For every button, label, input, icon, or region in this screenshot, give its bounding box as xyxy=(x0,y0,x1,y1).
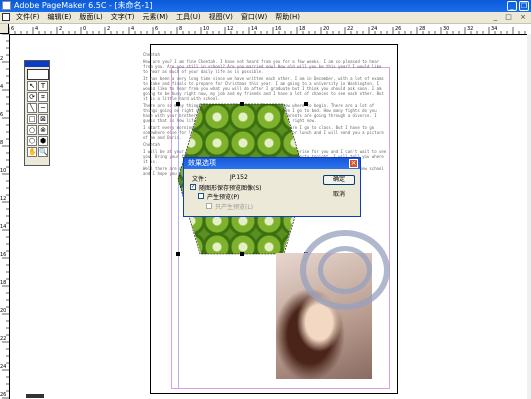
ruler-label: 14 xyxy=(251,26,257,32)
menu-item[interactable]: 帮助(H) xyxy=(275,12,300,23)
title-bar: Adobe PageMaker 6.5C - [未命名-1] _ ❐ xyxy=(0,0,531,12)
toolbox-title-bar[interactable] xyxy=(25,61,49,67)
ruler-label: 0 xyxy=(83,26,86,32)
menu-item[interactable]: 元素(M) xyxy=(143,12,169,23)
ruler-label: 20 xyxy=(323,26,329,32)
ruler-label: 24 xyxy=(371,26,377,32)
rectangle-frame-tool-icon[interactable]: ⊠ xyxy=(38,114,48,124)
menu-items: 文件(F) 编辑(E) 版面(L) 文字(T) 元素(M) 工具(U) 视图(V) 窗口(W)… xyxy=(16,12,300,23)
ruler-label: 10 xyxy=(203,26,209,32)
menu-item[interactable]: 文字(T) xyxy=(111,12,135,23)
polygon-tool-icon[interactable]: ⬡ xyxy=(27,136,37,146)
menu-item[interactable]: 版面(L) xyxy=(79,12,102,23)
ruler-label: 14 xyxy=(0,224,6,230)
document-icon[interactable] xyxy=(2,13,10,21)
text-tool-icon[interactable]: T xyxy=(38,81,48,91)
line-tool-icon[interactable]: ╲ xyxy=(27,103,37,113)
cancel-button[interactable]: 取消 xyxy=(323,190,355,200)
menu-item[interactable]: 窗口(W) xyxy=(241,12,267,23)
ok-button[interactable]: 确定 xyxy=(323,175,355,185)
ruler-label: 6 xyxy=(155,26,158,32)
rotate-tool-icon[interactable]: ⟳ xyxy=(27,92,37,102)
minimize-icon[interactable]: _ xyxy=(507,1,517,11)
file-value: JP.152 xyxy=(230,174,248,181)
ruler-label: 2 xyxy=(59,26,62,32)
ruler-label: 30 xyxy=(443,26,449,32)
ruler-label: 26 xyxy=(395,26,401,32)
ruler-label: 24 xyxy=(0,364,6,370)
toolbox-palette: ↖ T ⟳ ⌗ ╲ ─ □ ⊠ ○ ⊗ ⬡ ⬢ ✋ 🔍 xyxy=(24,60,50,166)
ruler-label: 2 xyxy=(0,56,3,62)
ruler-label: 26 xyxy=(0,392,6,398)
ellipse-frame-tool-icon[interactable]: ⊗ xyxy=(38,125,48,135)
ellipse-tool-icon[interactable]: ○ xyxy=(27,125,37,135)
hand-tool-icon[interactable]: ✋ xyxy=(27,147,37,157)
ruler-label: 22 xyxy=(0,336,6,342)
dialog-title-bar[interactable]: 效果选项 × xyxy=(184,158,360,169)
menu-item[interactable]: 工具(U) xyxy=(176,12,201,23)
rectangle-tool-icon[interactable]: □ xyxy=(27,114,37,124)
ruler-label: 8 xyxy=(179,26,182,32)
ruler-label: 12 xyxy=(227,26,233,32)
vertical-scrollbar[interactable] xyxy=(527,34,531,399)
generate-preview-label: 产生预览(P) xyxy=(207,194,240,201)
text-heading: Cheetah xyxy=(143,52,160,57)
arrow-tool-icon[interactable]: ↖ xyxy=(27,81,37,91)
preview-only-label: 只产生预览(L) xyxy=(215,204,254,211)
text-paragraph: How are you? I am fine Cheetah. I have n… xyxy=(143,59,382,74)
menu-item[interactable]: 文件(F) xyxy=(16,12,40,23)
ruler-label: 6 xyxy=(11,26,14,32)
ruler-label: 16 xyxy=(0,252,6,258)
constrained-line-tool-icon[interactable]: ─ xyxy=(38,103,48,113)
ruler-label: 4 xyxy=(0,84,3,90)
ruler-label: 6 xyxy=(0,112,3,118)
file-label: 文件： xyxy=(192,176,211,183)
ruler-label: 12 xyxy=(0,196,6,202)
zoom-tool-icon[interactable]: 🔍 xyxy=(38,147,48,157)
menu-item[interactable]: 视图(V) xyxy=(209,12,233,23)
tool-grid: ↖ T ⟳ ⌗ ╲ ─ □ ⊠ ○ ⊗ ⬡ ⬢ ✋ 🔍 xyxy=(27,81,48,157)
ruler-origin[interactable] xyxy=(0,24,9,34)
generate-preview-checkbox[interactable] xyxy=(198,193,204,199)
spiral-graphic-inner xyxy=(318,246,372,294)
pagemaker-app-icon xyxy=(2,1,11,10)
menu-item[interactable]: 编辑(E) xyxy=(48,12,72,23)
ruler-label: 4 xyxy=(131,26,134,32)
dialog-title: 效果选项 xyxy=(188,159,216,167)
preview-only-checkbox[interactable] xyxy=(206,203,212,209)
ruler-label: 22 xyxy=(347,26,353,32)
save-preview-label: 随图形保存预览图像(S) xyxy=(199,185,262,192)
ruler-label: 8 xyxy=(0,140,3,146)
document-window-controls[interactable]: _ □ × xyxy=(494,13,529,22)
ruler-label: 32 xyxy=(467,26,473,32)
ruler-label: 18 xyxy=(299,26,305,32)
polygon-frame-tool-icon[interactable]: ⬢ xyxy=(38,136,48,146)
ruler-label: 18 xyxy=(0,280,6,286)
ruler-label: 34 xyxy=(491,26,497,32)
menu-bar: 文件(F) 编辑(E) 版面(L) 文字(T) 元素(M) 工具(U) 视图(V) 窗口(W)… xyxy=(0,12,531,24)
save-preview-checkbox[interactable]: ✓ xyxy=(190,184,196,190)
ruler-label: 16 xyxy=(275,26,281,32)
restore-icon[interactable]: ❐ xyxy=(519,1,529,11)
effect-options-dialog: 效果选项 × 文件： JP.152 ✓ 随图形保存预览图像(S) 产生预览(P)… xyxy=(183,157,361,217)
window-title: Adobe PageMaker 6.5C - [未命名-1] xyxy=(14,1,153,10)
text-paragraph: It has been a very long time since we ha… xyxy=(143,76,384,101)
ruler-label: 2 xyxy=(107,26,110,32)
line-style-preview[interactable] xyxy=(27,69,49,80)
close-icon[interactable]: × xyxy=(349,159,358,168)
page-icon[interactable] xyxy=(26,394,44,398)
vertical-ruler[interactable]: 2468101214161820222426 xyxy=(0,34,10,399)
ruler-label: 20 xyxy=(0,308,6,314)
horizontal-ruler[interactable]: 6 4 2 0 2 4 6 8 10 12 14 16 18 20 22 24 26 28 30 32 34 xyxy=(9,24,531,35)
ruler-label: 28 xyxy=(419,26,425,32)
ruler-label: 10 xyxy=(0,168,6,174)
crop-tool-icon[interactable]: ⌗ xyxy=(38,92,48,102)
ruler-label: 4 xyxy=(35,26,38,32)
